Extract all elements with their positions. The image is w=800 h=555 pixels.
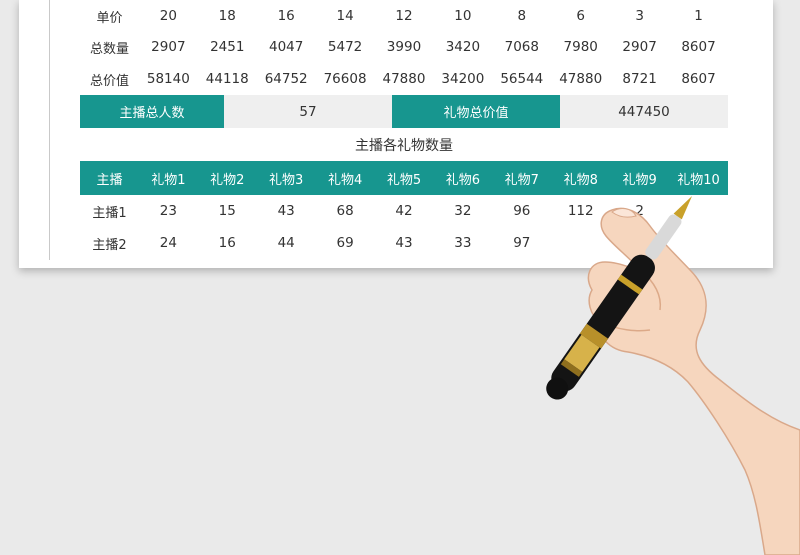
summary-bar: 主播总人数 57 礼物总价值 447450: [80, 95, 728, 128]
column-header: 礼物1: [151, 172, 186, 188]
column-header: 礼物6: [445, 172, 481, 188]
table-cell: 96: [513, 203, 531, 219]
table-cell: 2907: [151, 39, 186, 55]
table-cell: 47880: [382, 71, 426, 87]
table-cell: 5472: [327, 39, 363, 55]
section-title: 主播各礼物数量: [355, 138, 453, 154]
table-cell: 20: [159, 8, 177, 24]
column-header: 礼物4: [327, 172, 363, 188]
table-cell: 24: [159, 235, 177, 251]
table-cell: 47880: [559, 71, 603, 87]
table-cell: 42: [395, 203, 413, 219]
table-cell: [551, 227, 610, 259]
table-cell: 23: [159, 203, 177, 219]
table-cell: 14: [336, 8, 354, 24]
table-cell: 68: [336, 203, 354, 219]
table-cell: 2: [635, 203, 644, 219]
table-cell: 3990: [386, 39, 422, 55]
table-cell: 112: [567, 203, 594, 219]
table-cell: 8607: [681, 39, 716, 55]
table-cell: 8607: [681, 71, 716, 87]
column-header: 礼物7: [504, 172, 539, 188]
table-cell: 33: [454, 235, 472, 251]
anchor-count-label: 主播总人数: [80, 95, 224, 128]
finger-crease: [599, 321, 651, 332]
table-cell: 4047: [268, 39, 304, 55]
gift-total-label: 礼物总价值: [392, 95, 560, 128]
row-label: 主播2: [92, 237, 127, 253]
gift-total-value[interactable]: 447450: [560, 95, 728, 128]
row-label: 单价: [96, 10, 123, 26]
row-label: 总价值: [89, 73, 129, 89]
table-cell: 43: [395, 235, 413, 251]
table-cell: 8721: [622, 71, 657, 87]
table-cell: 58140: [146, 71, 190, 87]
table-cell: 7980: [563, 39, 598, 55]
table-cell: 10: [454, 8, 472, 24]
column-header: 礼物10: [677, 172, 720, 188]
table-cell: 64752: [264, 71, 308, 87]
table-cell: 8: [517, 8, 527, 24]
row-label: 总数量: [89, 41, 129, 57]
table-cell: 97: [513, 235, 531, 251]
column-header: 礼物9: [622, 172, 657, 188]
column-header: 主播: [96, 172, 123, 188]
table-cell: 1: [694, 8, 703, 24]
table-cell: 32: [454, 203, 472, 219]
table-cell: 44: [277, 235, 295, 251]
gift-table-header: 主播 礼物1 礼物2 礼物3 礼物4 礼物5 礼物6 礼物7 礼物8 礼物9 礼…: [80, 161, 728, 195]
table-cell: 18: [218, 8, 236, 24]
table-cell: [669, 195, 728, 227]
table-cell: 3: [635, 8, 644, 24]
table-cell: 16: [277, 8, 295, 24]
table-row-unit-price: 单价 20 18 16 14 12 10 8 6 3 1: [80, 0, 728, 32]
column-header: 礼物2: [210, 172, 245, 188]
column-header: 礼物8: [563, 172, 598, 188]
table-cell: 12: [395, 8, 413, 24]
column-header: 礼物5: [386, 172, 422, 188]
table-cell: 7068: [504, 39, 539, 55]
sheet-border: [49, 0, 50, 260]
table-cell: 44118: [205, 71, 249, 87]
table-cell: 2907: [622, 39, 657, 55]
table-cell: 56544: [500, 71, 544, 87]
column-header: 礼物3: [269, 172, 304, 188]
table-cell: 15: [218, 203, 236, 219]
table-cell: [669, 227, 728, 259]
table-cell: 16: [218, 235, 236, 251]
table-row-anchor-1: 主播1 23 15 43 68 42 32 96 112 2: [80, 195, 728, 227]
table-cell: 2451: [210, 39, 245, 55]
table-row-anchor-2: 主播2 24 16 44 69 43 33 97: [80, 227, 728, 259]
table-cell: 3420: [445, 39, 481, 55]
table-row-total-value: 总价值 58140 44118 64752 76608 47880 34200 …: [80, 63, 728, 95]
table-cell: 6: [576, 8, 585, 24]
row-label: 主播1: [92, 205, 127, 221]
table-row-total-quantity: 总数量 2907 2451 4047 5472 3990 3420 7068 7…: [80, 31, 728, 63]
table-cell: 69: [336, 235, 354, 251]
table-cell: 76608: [323, 71, 367, 87]
anchor-count-value[interactable]: 57: [224, 95, 392, 128]
table-cell: 34200: [441, 71, 485, 87]
finger-crease: [639, 269, 662, 311]
table-cell: [610, 227, 669, 259]
table-cell: 43: [277, 203, 295, 219]
